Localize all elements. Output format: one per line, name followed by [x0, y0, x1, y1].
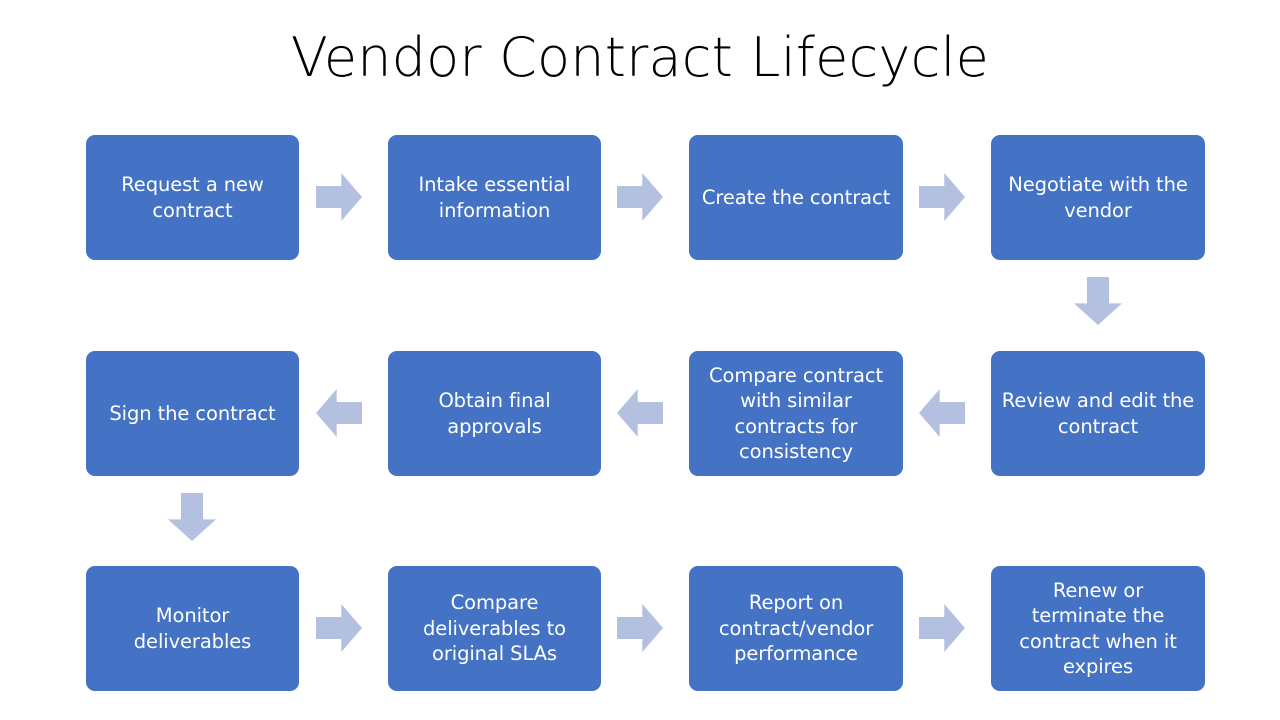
- process-node-monitor-deliverables[interactable]: Monitor deliverables: [86, 566, 299, 691]
- node-label: Review and edit the contract: [1001, 389, 1195, 438]
- process-node-obtain-final-approvals[interactable]: Obtain final approvals: [388, 351, 601, 476]
- node-label: Monitor deliverables: [133, 604, 252, 653]
- arrow-right-icon: [316, 173, 362, 221]
- arrow-down-icon: [168, 493, 216, 541]
- node-label: Compare deliverables to original SLAs: [423, 591, 566, 666]
- page-title: Vendor Contract Lifecycle: [290, 26, 990, 89]
- process-node-intake-essential-information[interactable]: Intake essential information: [388, 135, 601, 260]
- node-label: Negotiate with the vendor: [1008, 173, 1188, 222]
- arrow-right-icon: [617, 173, 663, 221]
- process-node-report-on-contract-vendor-performance[interactable]: Report on contract/vendor performance: [689, 566, 903, 691]
- process-node-sign-the-contract[interactable]: Sign the contract: [86, 351, 299, 476]
- process-node-compare-deliverables-to-original-slas[interactable]: Compare deliverables to original SLAs: [388, 566, 601, 691]
- arrow-right-icon: [617, 604, 663, 652]
- process-node-review-and-edit-the-contract[interactable]: Review and edit the contract: [991, 351, 1205, 476]
- node-label: Intake essential information: [418, 173, 571, 222]
- arrow-right-icon: [316, 604, 362, 652]
- slide-canvas: Vendor Contract Lifecycle Request a new …: [0, 0, 1280, 720]
- process-node-renew-or-terminate-the-contract[interactable]: Renew or terminate the contract when it …: [991, 566, 1205, 691]
- node-label: Compare contract with similar contracts …: [708, 363, 884, 463]
- process-node-create-the-contract[interactable]: Create the contract: [689, 135, 903, 260]
- node-label: Renew or terminate the contract when it …: [1019, 578, 1177, 678]
- node-label: Request a new contract: [121, 173, 264, 222]
- process-node-compare-contract-with-similar-contracts[interactable]: Compare contract with similar contracts …: [689, 351, 903, 476]
- node-label: Create the contract: [701, 185, 891, 209]
- arrow-left-icon: [617, 389, 663, 437]
- arrow-right-icon: [919, 173, 965, 221]
- process-node-negotiate-with-the-vendor[interactable]: Negotiate with the vendor: [991, 135, 1205, 260]
- node-label: Sign the contract: [109, 401, 276, 425]
- arrow-left-icon: [316, 389, 362, 437]
- arrow-right-icon: [919, 604, 965, 652]
- node-label: Report on contract/vendor performance: [718, 591, 874, 666]
- arrow-down-icon: [1074, 277, 1122, 325]
- process-node-request-a-new-contract[interactable]: Request a new contract: [86, 135, 299, 260]
- node-label: Obtain final approvals: [438, 389, 551, 438]
- arrow-left-icon: [919, 389, 965, 437]
